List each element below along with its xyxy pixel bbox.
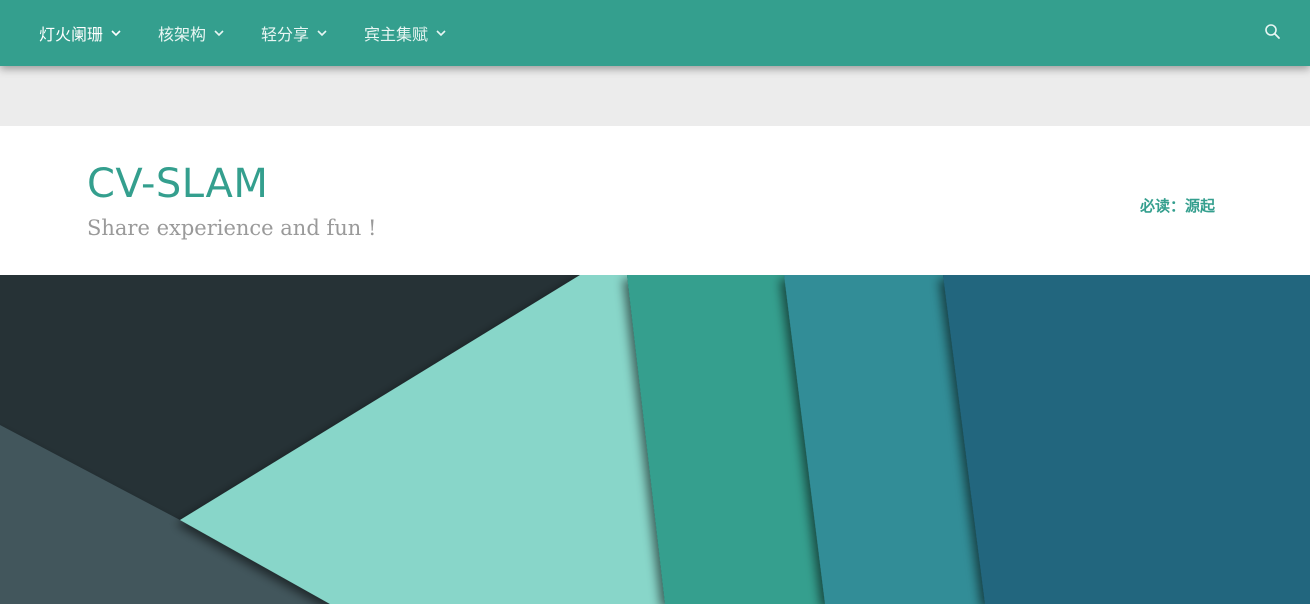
nav-item-share[interactable]: 轻分享 (261, 0, 327, 66)
spacer-band (0, 66, 1310, 126)
site-description: Share experience and fun ! (87, 216, 377, 240)
material-banner-graphic (0, 275, 1310, 604)
search-icon[interactable] (1264, 23, 1282, 41)
nav-item-architecture[interactable]: 核架构 (158, 0, 224, 66)
site-title[interactable]: CV-SLAM (87, 160, 268, 208)
nav-item-label: 轻分享 (261, 25, 310, 44)
nav-item-dengh[interactable]: 灯火阑珊 (39, 0, 121, 66)
nav-item-label: 宾主集赋 (364, 25, 429, 44)
nav-item-label: 核架构 (158, 25, 207, 44)
chevron-down-icon (317, 30, 327, 37)
site-header: CV-SLAM Share experience and fun ! 必读：源起 (0, 126, 1310, 275)
chevron-down-icon (214, 30, 224, 37)
top-navbar: 灯火阑珊 核架构 轻分享 宾主集赋 (0, 0, 1310, 66)
nav-item-guest[interactable]: 宾主集赋 (364, 0, 446, 66)
header-banner-image (0, 275, 1310, 604)
chevron-down-icon (111, 30, 121, 37)
nav-item-label: 灯火阑珊 (39, 25, 104, 44)
must-read-link[interactable]: 必读：源起 (1140, 195, 1215, 216)
chevron-down-icon (436, 30, 446, 37)
